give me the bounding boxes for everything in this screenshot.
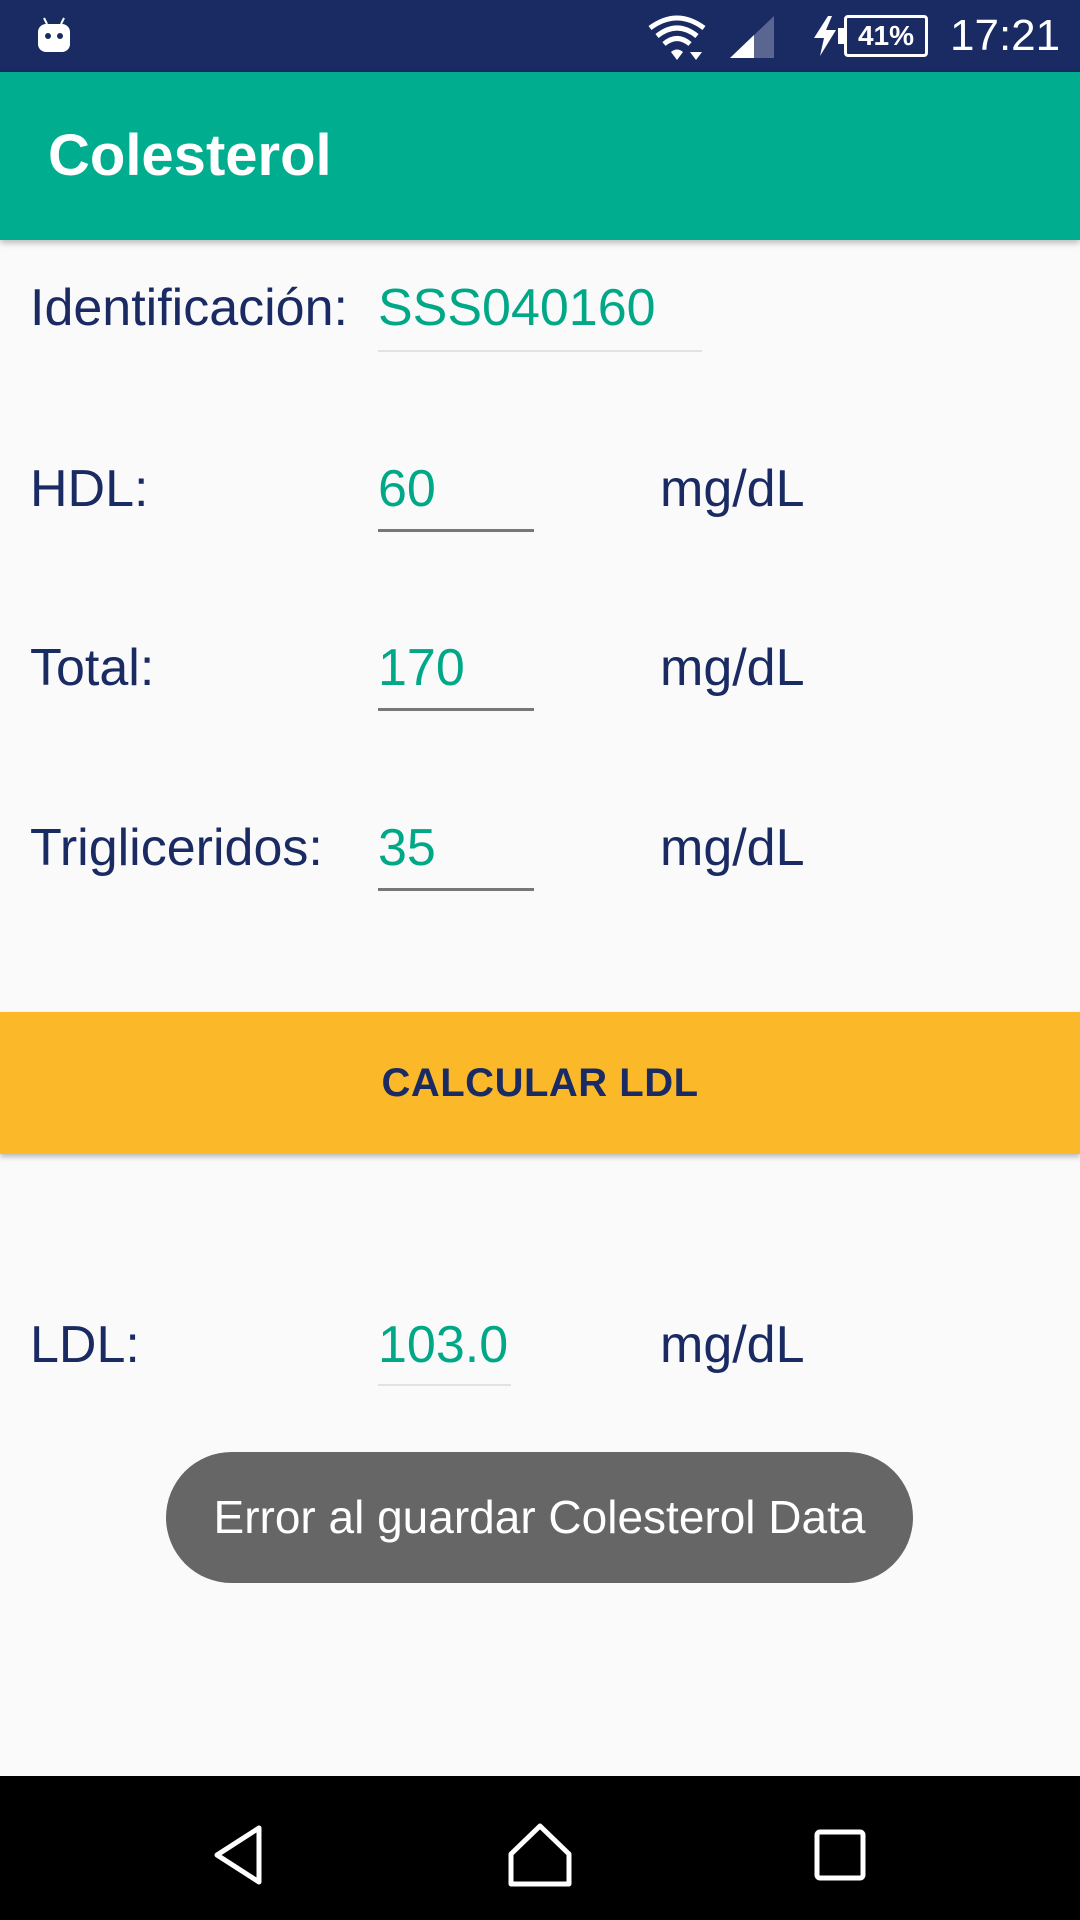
total-input[interactable]: 170	[378, 638, 465, 698]
identificacion-label: Identificación:	[30, 279, 348, 337]
navigation-bar	[0, 1776, 1080, 1920]
hdl-label: HDL:	[30, 460, 149, 518]
total-label: Total:	[30, 639, 155, 697]
total-underline	[378, 708, 534, 711]
trigliceridos-input[interactable]: 35	[378, 818, 436, 878]
hdl-input[interactable]: 60	[378, 459, 436, 519]
calcular-ldl-button[interactable]: CALCULAR LDL	[0, 1012, 1080, 1154]
android-icon	[38, 17, 70, 52]
recents-icon[interactable]	[805, 1820, 875, 1890]
back-icon[interactable]	[205, 1820, 275, 1890]
ldl-underline	[378, 1384, 511, 1386]
ldl-unit: mg/dL	[660, 1316, 805, 1374]
charging-bolt-icon	[814, 16, 836, 56]
signal-icon	[730, 16, 774, 58]
trigliceridos-label: Trigliceridos:	[30, 819, 323, 877]
hdl-underline	[378, 529, 534, 532]
hdl-unit: mg/dL	[660, 460, 805, 518]
identificacion-field[interactable]: SSS040160	[378, 278, 656, 338]
wifi-icon	[648, 15, 706, 60]
ldl-label: LDL:	[30, 1316, 140, 1374]
trigliceridos-underline	[378, 888, 534, 891]
app-bar: Colesterol	[0, 72, 1080, 240]
app-title: Colesterol	[48, 123, 332, 188]
identificacion-underline	[378, 350, 702, 352]
trigliceridos-unit: mg/dL	[660, 819, 805, 877]
ldl-result-value: 103.0	[378, 1316, 509, 1374]
battery-indicator: 41%	[838, 15, 928, 57]
status-bar: 41% 17:21	[0, 0, 1080, 72]
total-unit: mg/dL	[660, 639, 805, 697]
home-icon[interactable]	[505, 1820, 575, 1890]
error-toast: Error al guardar Colesterol Data	[166, 1452, 913, 1583]
status-clock: 17:21	[950, 11, 1061, 60]
